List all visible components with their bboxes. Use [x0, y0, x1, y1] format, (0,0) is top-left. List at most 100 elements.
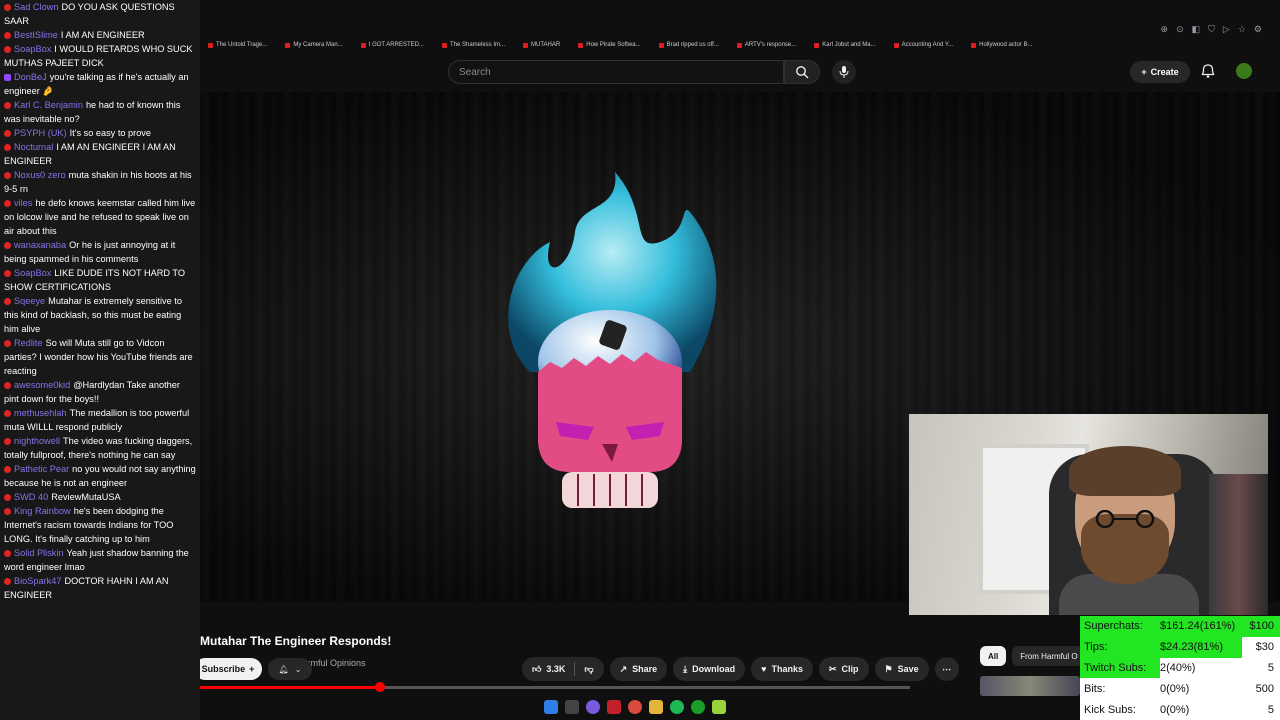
chat-username: Pathetic Pear — [14, 464, 70, 474]
bookmark-item[interactable]: The Shameless Im... — [442, 42, 505, 48]
chat-message: methusehlah The medallion is too powerful… — [0, 406, 200, 434]
youtube-icon — [4, 578, 11, 585]
youtube-icon — [4, 32, 11, 39]
chat-username: SoapBox — [14, 268, 52, 278]
chat-text: It's so easy to prove — [69, 128, 152, 138]
live-chat-overlay: Sad Clown DO YOU ASK QUESTIONS SAAR BestIS… — [0, 0, 200, 720]
bookmark-item[interactable]: Karl Jobst and Ma... — [814, 42, 875, 48]
bookmark-item[interactable]: My Camera Man... — [285, 42, 342, 48]
chat-message: BioSpark47 DOCTOR HAHN I AM AN ENGINEER — [0, 574, 200, 602]
play-icon[interactable]: ▷ — [1223, 24, 1230, 35]
chat-username: Sad Clown — [14, 2, 59, 12]
youtube-icon — [4, 4, 11, 11]
chip-from-channel[interactable]: From Harmful O — [1012, 646, 1086, 666]
goal-target: 5 — [1267, 703, 1274, 716]
bookmark-item[interactable]: Accounting And Y... — [894, 42, 954, 48]
thanks-button[interactable]: ♥ Thanks — [751, 657, 813, 681]
chat-message: DonBeJ you're talking as if he's actually… — [0, 70, 200, 98]
chat-username: Solid Pliskin — [14, 548, 64, 558]
star-icon[interactable]: ☆ — [1238, 24, 1246, 35]
chat-message: wanaxanaba Or he is just annoying at it b… — [0, 238, 200, 266]
chat-message: viles he defo knows keemstar called him l… — [0, 196, 200, 238]
bookmark-item[interactable]: The Untold Trage... — [208, 42, 267, 48]
create-button[interactable]: + Create — [1130, 61, 1190, 83]
goal-label: Tips: — [1084, 641, 1108, 654]
video-progress-bar[interactable] — [200, 682, 910, 692]
chip-all[interactable]: All — [980, 646, 1007, 666]
recommendation-chips: All From Harmful O — [980, 646, 1086, 666]
share-button[interactable]: ↗ Share — [609, 657, 668, 681]
chat-message: Solid Pliskin Yeah just shadow banning th… — [0, 546, 200, 574]
plus-icon: + — [1141, 67, 1147, 77]
xbox-icon[interactable] — [691, 700, 705, 714]
twitch-icon — [4, 74, 11, 81]
bookmark-item[interactable]: MUTAHAR — [523, 42, 560, 48]
bell-icon: 🔔︎ — [278, 664, 289, 674]
bookmark-item[interactable]: Hollywood actor B... — [971, 42, 1032, 48]
search-button[interactable] — [784, 60, 820, 84]
video-title: Mutahar The Engineer Responds! — [200, 634, 392, 648]
bookmark-item[interactable]: I GOT ARRESTED... — [361, 42, 424, 48]
goal-value: 0(0%) — [1160, 703, 1190, 716]
like-icon[interactable]: 👍︎ — [532, 664, 541, 675]
search-input[interactable]: Search — [448, 60, 784, 84]
bookmark-item[interactable]: Brad ripped us off... — [659, 42, 719, 48]
more-actions-button[interactable]: ⋯ — [934, 657, 959, 681]
spotify-icon[interactable] — [670, 700, 684, 714]
webcam-coats — [1209, 474, 1268, 615]
zoom-icon[interactable]: ⊕ — [1161, 24, 1169, 35]
windows-start-icon[interactable] — [544, 700, 558, 714]
chat-username: SoapBox — [14, 44, 52, 54]
dislike-icon[interactable]: 👎︎ — [584, 664, 593, 675]
settings-icon[interactable]: ⚙ — [1254, 24, 1262, 35]
goal-value: 0(0%) — [1160, 682, 1190, 695]
recommended-thumbnail[interactable] — [980, 676, 1080, 696]
youtube-icon — [4, 270, 11, 277]
stream-screen: ⊕ ⊙ ◧ ⛉ ▷ ☆ ⚙ The Untold Trage... My Came… — [0, 0, 1280, 720]
webcam-hair — [1069, 446, 1181, 496]
subscribe-button[interactable]: Subscribe + — [194, 658, 262, 680]
pin-icon[interactable]: ⊙ — [1176, 24, 1184, 35]
bookmarks-bar: The Untold Trage... My Camera Man... I GOT… — [200, 36, 1280, 54]
app-icon[interactable] — [712, 700, 726, 714]
bookmark-item[interactable]: ARTV's response... — [737, 42, 796, 48]
goal-label: Twitch Subs: — [1084, 661, 1147, 674]
like-count[interactable]: 3.3K — [546, 664, 565, 674]
extension-icon[interactable]: ◧ — [1192, 24, 1201, 35]
file-explorer-icon[interactable] — [649, 700, 663, 714]
goal-row: Bits: 0(0%) 500 — [1080, 678, 1280, 699]
chrome-icon[interactable] — [628, 700, 642, 714]
like-dislike-group: 👍︎ 3.3K 👎︎ — [522, 657, 604, 681]
chat-message: SoapBox LIKE DUDE ITS NOT HARD TO SHOW CE… — [0, 266, 200, 294]
download-label: Download — [692, 664, 736, 674]
chat-username: DonBeJ — [14, 72, 47, 82]
chat-username: methusehlah — [14, 408, 67, 418]
notification-settings-button[interactable]: 🔔︎ ⌄ — [268, 658, 312, 680]
skull-logo-image — [508, 172, 717, 508]
chat-text: I AM AN ENGINEER — [60, 30, 145, 40]
account-avatar[interactable] — [1236, 63, 1252, 79]
taskbar-search-icon[interactable] — [565, 700, 579, 714]
goal-row: Superchats: $161.24(161%) $100 — [1080, 616, 1280, 637]
save-button[interactable]: ⚑ Save — [874, 657, 929, 681]
search-icon — [796, 66, 809, 79]
youtube-icon — [4, 494, 11, 501]
shield-icon[interactable]: ⛉ — [1208, 24, 1215, 35]
voice-search-button[interactable] — [832, 60, 856, 84]
youtube-icon — [4, 466, 11, 473]
opera-icon[interactable] — [607, 700, 621, 714]
obs-icon[interactable] — [586, 700, 600, 714]
bookmark-item[interactable]: How Pirate Softwa... — [578, 42, 640, 48]
notifications-icon[interactable] — [1200, 63, 1216, 79]
video-actions: 👍︎ 3.3K 👎︎ ↗ Share ⤓ Download ♥ Thanks ✂… — [522, 657, 959, 681]
chat-message: awesome0kid @Hardlydan Take another pint … — [0, 378, 200, 406]
scrubber-handle[interactable] — [374, 682, 385, 692]
webcam-feed — [909, 414, 1268, 615]
download-button[interactable]: ⤓ Download — [673, 657, 746, 681]
youtube-icon — [4, 298, 11, 305]
chevron-down-icon: ⌄ — [294, 664, 302, 674]
clip-button[interactable]: ✂ Clip — [818, 657, 869, 681]
chat-username: awesome0kid — [14, 380, 71, 390]
create-label: Create — [1150, 67, 1179, 77]
goal-value: 2(40%) — [1160, 661, 1196, 674]
